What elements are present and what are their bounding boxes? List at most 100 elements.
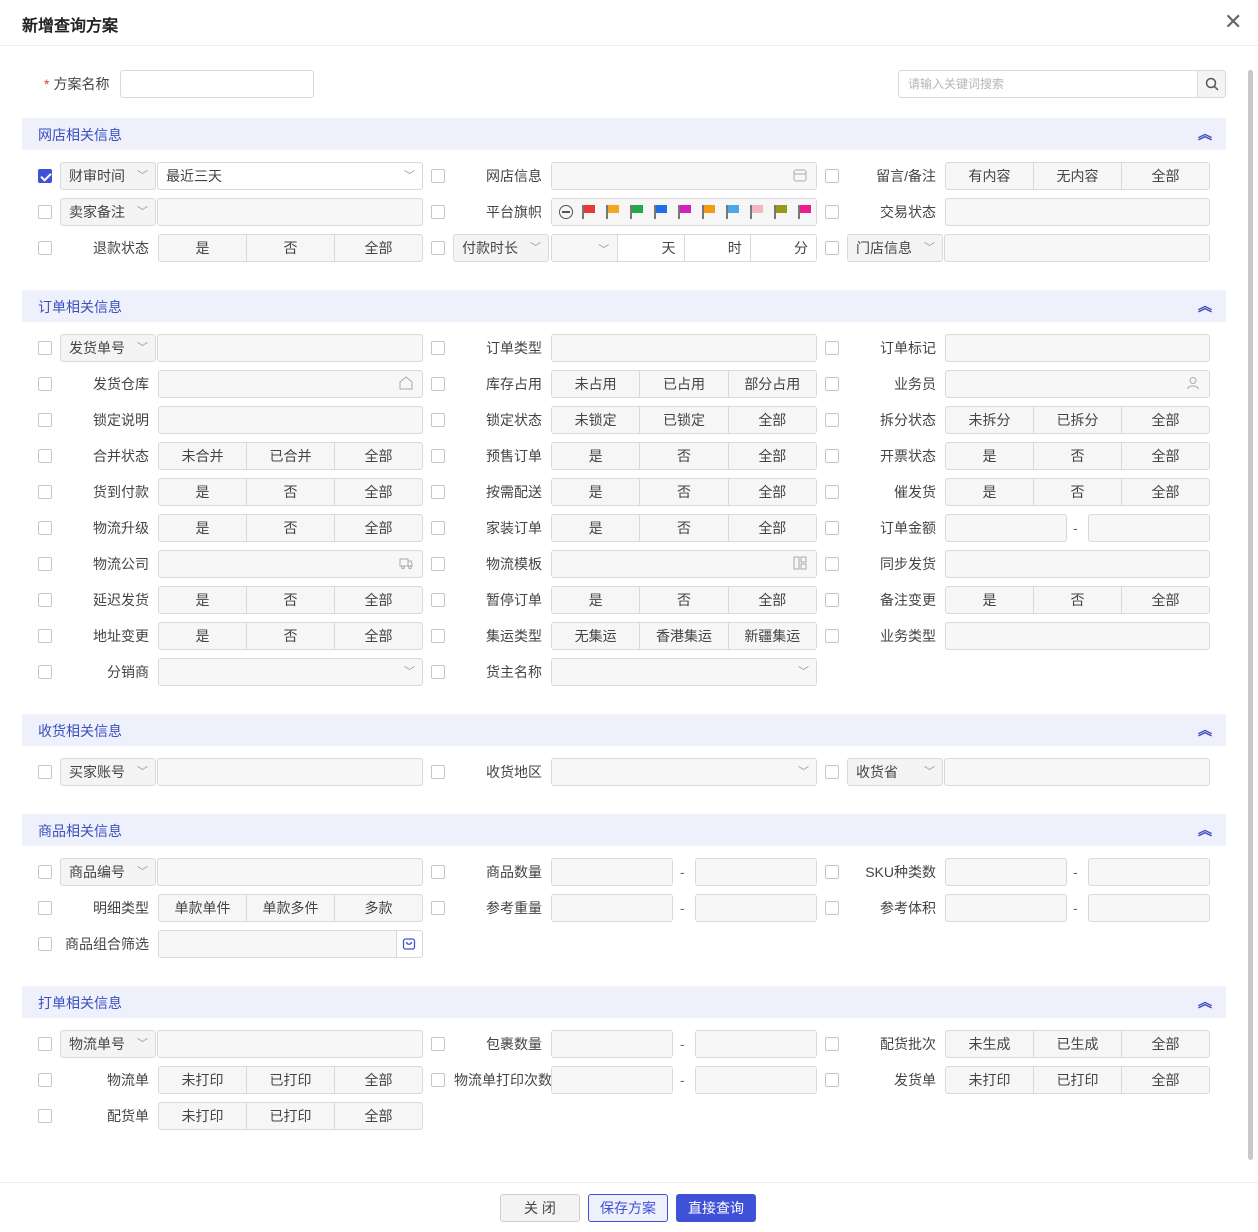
segment-option[interactable]: 多款 — [335, 895, 422, 921]
checkbox[interactable] — [38, 865, 52, 879]
segment-option[interactable]: 全部 — [1122, 1031, 1209, 1057]
segment-option[interactable]: 未合并 — [159, 443, 247, 469]
combo-filter-button[interactable] — [396, 930, 423, 958]
search-button[interactable] — [1197, 70, 1226, 98]
lock-status-segment[interactable]: 未锁定 已锁定 全部 — [551, 406, 817, 434]
checkbox[interactable] — [431, 241, 445, 255]
segment-option[interactable]: 是 — [159, 515, 247, 541]
segment-option[interactable]: 全部 — [335, 479, 422, 505]
distributor-select[interactable]: ﹀ — [158, 658, 423, 686]
collapse-icon[interactable]: ︽ — [1198, 296, 1212, 316]
segment-option[interactable]: 否 — [1034, 443, 1122, 469]
on-demand-segment[interactable]: 是否全部 — [551, 478, 817, 506]
memo-change-segment[interactable]: 是否全部 — [945, 586, 1210, 614]
amount-min-input[interactable] — [945, 514, 1067, 542]
owner-select[interactable]: ﹀ — [551, 658, 817, 686]
segment-option[interactable]: 否 — [247, 235, 335, 261]
segment-option[interactable]: 新疆集运 — [729, 623, 816, 649]
segment-option[interactable]: 是 — [552, 515, 641, 541]
segment-option[interactable]: 全部 — [1122, 479, 1209, 505]
buyer-account-input[interactable] — [157, 758, 423, 786]
goods-qty-min-input[interactable] — [551, 858, 673, 886]
segment-option[interactable]: 全部 — [1122, 163, 1209, 189]
detail-type-segment[interactable]: 单款单件 单款多件 多款 — [158, 894, 423, 922]
store-info-input[interactable] — [944, 234, 1210, 262]
segment-option[interactable]: 全部 — [729, 443, 816, 469]
orange-flag-icon[interactable] — [696, 199, 720, 225]
seller-memo-select[interactable]: 卖家备注 ﹀ — [60, 198, 156, 226]
segment-option[interactable]: 全部 — [1122, 1067, 1209, 1093]
volume-max-input[interactable] — [1088, 894, 1210, 922]
checkbox[interactable] — [38, 205, 52, 219]
seller-memo-input[interactable] — [157, 198, 423, 226]
segment-option[interactable]: 已占用 — [640, 371, 729, 397]
combo-filter-input[interactable] — [158, 930, 397, 958]
biz-type-input[interactable] — [945, 622, 1210, 650]
collapse-icon[interactable]: ︽ — [1198, 820, 1212, 840]
segment-option[interactable]: 是 — [552, 479, 641, 505]
package-min-input[interactable] — [551, 1030, 673, 1058]
segment-option[interactable]: 是 — [159, 587, 247, 613]
green-flag-icon[interactable] — [624, 199, 648, 225]
tracking-no-select[interactable]: 物流单号 ﹀ — [60, 1030, 156, 1058]
lock-desc-input[interactable] — [158, 406, 423, 434]
merge-status-segment[interactable]: 未合并 已合并 全部 — [158, 442, 423, 470]
direct-query-button[interactable]: 直接查询 — [676, 1194, 756, 1222]
consolidation-segment[interactable]: 无集运 香港集运 新疆集运 — [551, 622, 817, 650]
segment-option[interactable]: 是 — [946, 443, 1034, 469]
logistics-template-input[interactable] — [551, 550, 817, 578]
segment-option[interactable]: 否 — [640, 443, 729, 469]
olive-flag-icon[interactable] — [768, 199, 792, 225]
segment-option[interactable]: 否 — [247, 479, 335, 505]
segment-option[interactable]: 单款单件 — [159, 895, 247, 921]
pick-sheet-segment[interactable]: 未打印 已打印 全部 — [158, 1102, 423, 1130]
compare-select[interactable]: ﹀ — [552, 235, 619, 261]
volume-min-input[interactable] — [945, 894, 1067, 922]
segment-option[interactable]: 全部 — [1122, 407, 1209, 433]
segment-option[interactable]: 未拆分 — [946, 407, 1034, 433]
scrollbar[interactable] — [1248, 70, 1253, 1160]
print-times-max-input[interactable] — [695, 1066, 817, 1094]
lightblue-flag-icon[interactable] — [720, 199, 744, 225]
audit-time-select[interactable]: 财审时间 ﹀ — [60, 162, 156, 190]
segment-option[interactable]: 全部 — [335, 515, 422, 541]
segment-option[interactable]: 全部 — [335, 1103, 422, 1129]
home-order-segment[interactable]: 是否全部 — [551, 514, 817, 542]
package-max-input[interactable] — [695, 1030, 817, 1058]
segment-option[interactable]: 否 — [640, 515, 729, 541]
segment-option[interactable]: 是 — [159, 623, 247, 649]
tracking-no-input[interactable] — [157, 1030, 423, 1058]
segment-option[interactable]: 是 — [946, 479, 1034, 505]
minute-input[interactable]: 分 — [750, 235, 816, 261]
collapse-icon[interactable]: ︽ — [1198, 124, 1212, 144]
blue-flag-icon[interactable] — [648, 199, 672, 225]
segment-option[interactable]: 已拆分 — [1034, 407, 1122, 433]
segment-option[interactable]: 未占用 — [552, 371, 641, 397]
save-scheme-button[interactable]: 保存方案 — [588, 1194, 668, 1222]
checkbox[interactable] — [431, 1073, 445, 1087]
section-goods[interactable]: 商品相关信息 ︽ — [22, 814, 1226, 846]
ship-sheet-segment[interactable]: 未打印 已打印 全部 — [945, 1066, 1210, 1094]
segment-option[interactable]: 已合并 — [247, 443, 335, 469]
keyword-search-input[interactable]: 请输入关键词搜索 — [898, 70, 1198, 98]
ship-no-input[interactable] — [157, 334, 423, 362]
segment-option[interactable]: 未生成 — [946, 1031, 1034, 1057]
segment-option[interactable]: 未打印 — [946, 1067, 1034, 1093]
section-receive[interactable]: 收货相关信息 ︽ — [22, 714, 1226, 746]
segment-option[interactable]: 已打印 — [247, 1103, 335, 1129]
presale-segment[interactable]: 是否全部 — [551, 442, 817, 470]
segment-option[interactable]: 是 — [946, 587, 1034, 613]
segment-option[interactable]: 全部 — [729, 515, 816, 541]
province-input[interactable] — [944, 758, 1210, 786]
checkbox[interactable] — [38, 169, 52, 183]
close-icon[interactable]: ✕ — [1224, 10, 1242, 34]
segment-option[interactable]: 单款多件 — [247, 895, 335, 921]
segment-option[interactable]: 是 — [552, 587, 641, 613]
segment-option[interactable]: 否 — [247, 623, 335, 649]
order-type-input[interactable] — [551, 334, 817, 362]
buyer-account-select[interactable]: 买家账号 ﹀ — [60, 758, 156, 786]
sku-min-input[interactable] — [945, 858, 1067, 886]
invoice-segment[interactable]: 是否全部 — [945, 442, 1210, 470]
cod-segment[interactable]: 是否全部 — [158, 478, 423, 506]
print-times-min-input[interactable] — [551, 1066, 673, 1094]
